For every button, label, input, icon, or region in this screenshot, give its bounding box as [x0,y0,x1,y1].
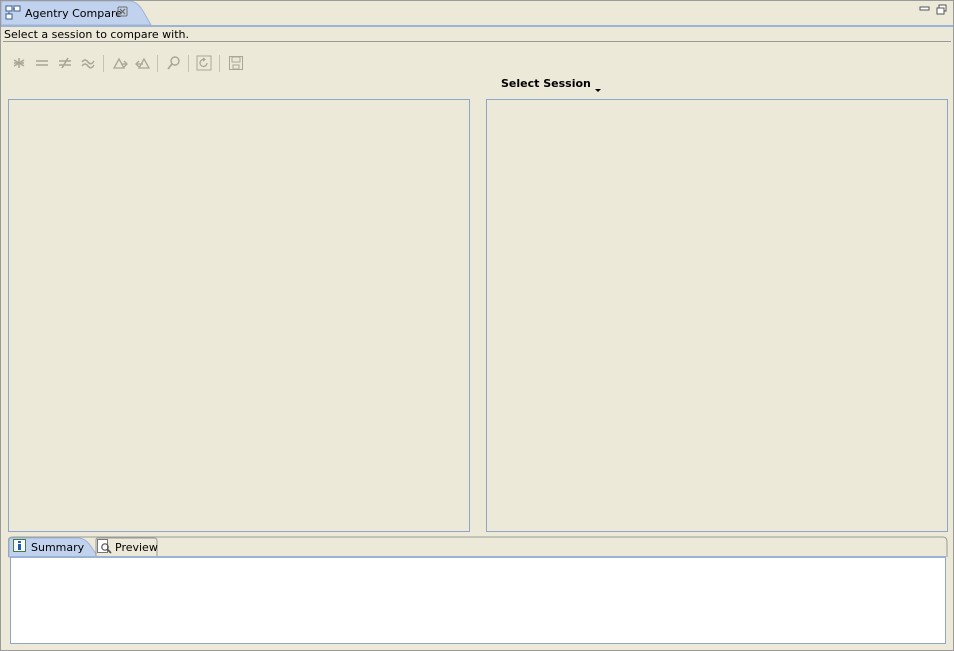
save-icon[interactable] [226,53,246,73]
divider [3,41,951,42]
toolbar-separator [157,55,158,72]
tab-agentry-compare[interactable]: Agentry Compare [1,1,156,25]
view-tab-strip: Agentry Compare [1,1,953,27]
not-equal-icon[interactable] [55,53,75,73]
tab-preview-label: Preview [115,541,158,554]
refresh-icon[interactable] [194,53,214,73]
copy-right-icon[interactable] [110,53,130,73]
restore-icon[interactable] [936,4,948,15]
preview-icon [97,539,113,557]
tab-title: Agentry Compare [25,7,122,20]
summary-content-area[interactable] [10,556,946,644]
select-session-dropdown[interactable]: Select Session [501,77,601,93]
close-icon[interactable] [117,6,129,18]
toolbar-separator [219,55,220,72]
equals-icon[interactable] [32,53,52,73]
bottom-tab-folder: Summary Preview [8,536,948,645]
asterisk-icon[interactable] [9,53,29,73]
toolbar-separator [103,55,104,72]
tab-summary-label: Summary [31,541,85,554]
copy-left-icon[interactable] [132,53,152,73]
search-icon[interactable] [164,53,184,73]
select-session-label: Select Session [501,77,591,90]
tab-summary[interactable]: Summary [12,538,96,556]
status-message: Select a session to compare with. [4,28,190,41]
tab-preview[interactable]: Preview [97,538,158,557]
chevron-down-icon [595,83,602,96]
toolbar-separator [188,55,189,72]
left-compare-pane[interactable] [8,99,470,532]
approx-equal-icon[interactable] [78,53,98,73]
minimize-icon[interactable] [919,4,931,15]
right-compare-pane[interactable] [486,99,948,532]
info-icon [13,539,27,556]
agentry-compare-view: Agentry Compare Select a session to comp… [0,0,954,651]
compare-view-icon [5,5,21,21]
